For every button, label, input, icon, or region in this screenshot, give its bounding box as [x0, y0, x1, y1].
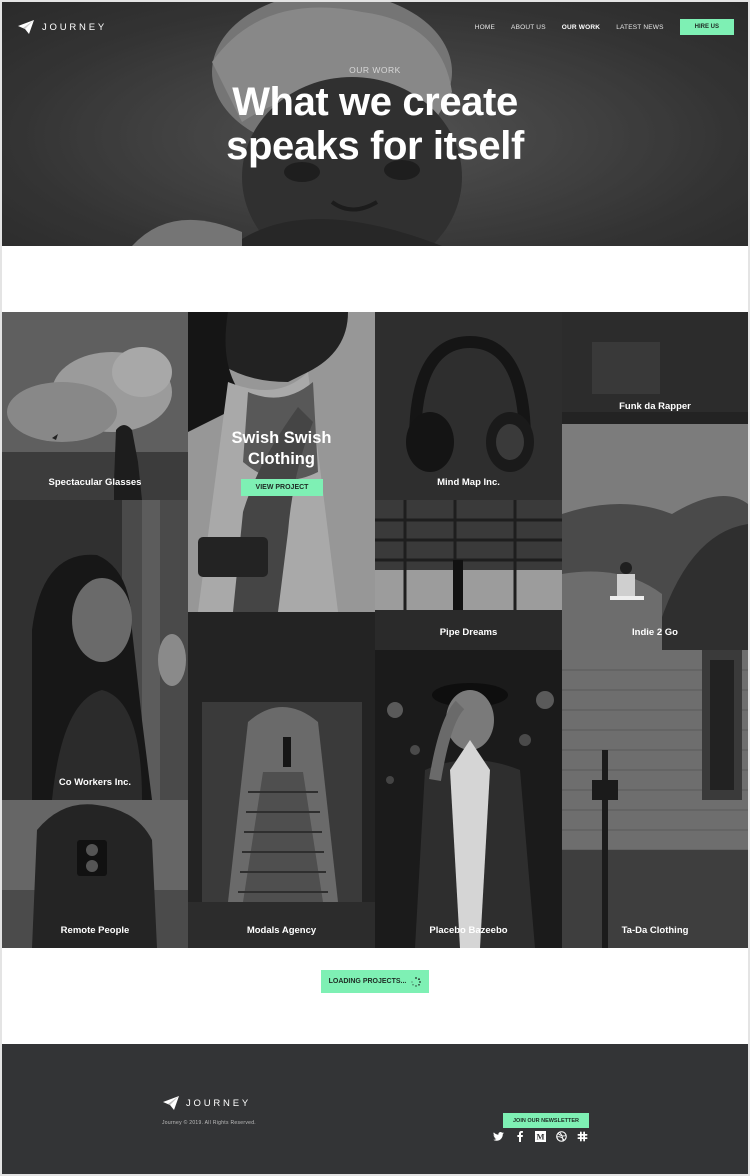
project-title: Funk da Rapper — [619, 401, 691, 412]
project-title: Spectacular Glasses — [48, 477, 142, 488]
project-title: Ta-Da Clothing — [621, 925, 689, 936]
view-project-button[interactable]: VIEW PROJECT — [241, 479, 323, 496]
singer-image — [375, 650, 562, 948]
project-tile-spectacular-glasses[interactable]: Spectacular Glasses — [2, 312, 188, 500]
project-tile-funk-da-rapper[interactable]: Funk da Rapper — [562, 312, 748, 424]
dribbble-icon[interactable] — [556, 1131, 567, 1142]
paper-plane-icon — [163, 1096, 179, 1110]
join-newsletter-button[interactable]: JOIN OUR NEWSLETTER — [503, 1113, 589, 1128]
hero-section: JOURNEY HOME ABOUT US OUR WORK LATEST NE… — [2, 2, 748, 246]
stairway-image — [188, 612, 375, 948]
loading-label: LOADING PROJECTS... — [328, 978, 407, 985]
headphones-image — [375, 312, 562, 500]
project-title: Pipe Dreams — [439, 627, 498, 638]
project-tile-remote-people[interactable]: Remote People — [2, 800, 188, 948]
project-title: Mind Map Inc. — [437, 477, 500, 488]
project-tile-mind-map-inc[interactable]: Mind Map Inc. — [375, 312, 562, 500]
logo-text: JOURNEY — [42, 21, 107, 33]
project-tile-swish-swish-clothing[interactable]: Swish Swish Clothing VIEW PROJECT — [188, 312, 375, 612]
main-nav: HOME ABOUT US OUR WORK LATEST NEWS HIRE … — [475, 19, 734, 35]
hero-title-line-2: speaks for itself — [226, 124, 524, 168]
svg-text:M: M — [536, 1132, 544, 1142]
project-title: Remote People — [60, 925, 130, 936]
nav-item-home[interactable]: HOME — [475, 24, 495, 31]
brick-building-image — [562, 650, 748, 948]
project-title: Co Workers Inc. — [58, 777, 132, 788]
featured-project-title: Swish Swish Clothing — [188, 428, 375, 470]
twitter-icon[interactable] — [493, 1131, 504, 1142]
project-tile-ta-da-clothing[interactable]: Ta-Da Clothing — [562, 650, 748, 948]
hero-eyebrow: OUR WORK — [349, 65, 401, 75]
hire-us-button[interactable]: HIRE US — [679, 19, 734, 35]
slack-icon[interactable] — [577, 1131, 588, 1142]
logo[interactable]: JOURNEY — [18, 20, 107, 34]
project-tile-modals-agency[interactable]: Modals Agency — [188, 612, 375, 948]
woman-portrait-image — [2, 500, 188, 800]
project-title: Placebo Bazeebo — [429, 925, 508, 936]
footer-logo[interactable]: JOURNEY — [163, 1096, 251, 1110]
footer: JOURNEY Journey © 2019. All Rights Reser… — [2, 1044, 748, 1174]
footer-logo-text: JOURNEY — [186, 1097, 251, 1109]
page: JOURNEY HOME ABOUT US OUR WORK LATEST NE… — [2, 2, 748, 1174]
projects-grid: Spectacular Glasses Co Workers Inc. Remo… — [2, 312, 748, 948]
nav-item-our-work[interactable]: OUR WORK — [562, 24, 600, 31]
project-title: Indie 2 Go — [632, 627, 678, 638]
featured-title-line-1: Swish Swish — [231, 429, 332, 447]
project-title: Modals Agency — [246, 925, 317, 936]
clouds-silhouette-image — [2, 312, 188, 500]
project-tile-indie-2-go[interactable]: Indie 2 Go — [562, 424, 748, 650]
featured-title-line-2: Clothing — [248, 450, 315, 468]
copyright-text: Journey © 2019. All Rights Reserved. — [162, 1120, 256, 1126]
nav-item-about-us[interactable]: ABOUT US — [511, 24, 546, 31]
facebook-icon[interactable] — [514, 1131, 525, 1142]
social-links: M — [493, 1131, 588, 1142]
spinner-icon — [411, 976, 422, 987]
project-tile-co-workers-inc[interactable]: Co Workers Inc. — [2, 500, 188, 800]
loading-projects-button[interactable]: LOADING PROJECTS... — [321, 970, 429, 993]
project-tile-pipe-dreams[interactable]: Pipe Dreams — [375, 500, 562, 650]
paper-plane-icon — [18, 20, 34, 34]
nav-item-latest-news[interactable]: LATEST NEWS — [616, 24, 663, 31]
hero-title: What we create speaks for itself — [2, 80, 748, 168]
surfer-image — [562, 424, 748, 650]
hero-title-line-1: What we create — [232, 80, 518, 124]
medium-icon[interactable]: M — [535, 1131, 546, 1142]
project-tile-placebo-bazeebo[interactable]: Placebo Bazeebo — [375, 650, 562, 948]
